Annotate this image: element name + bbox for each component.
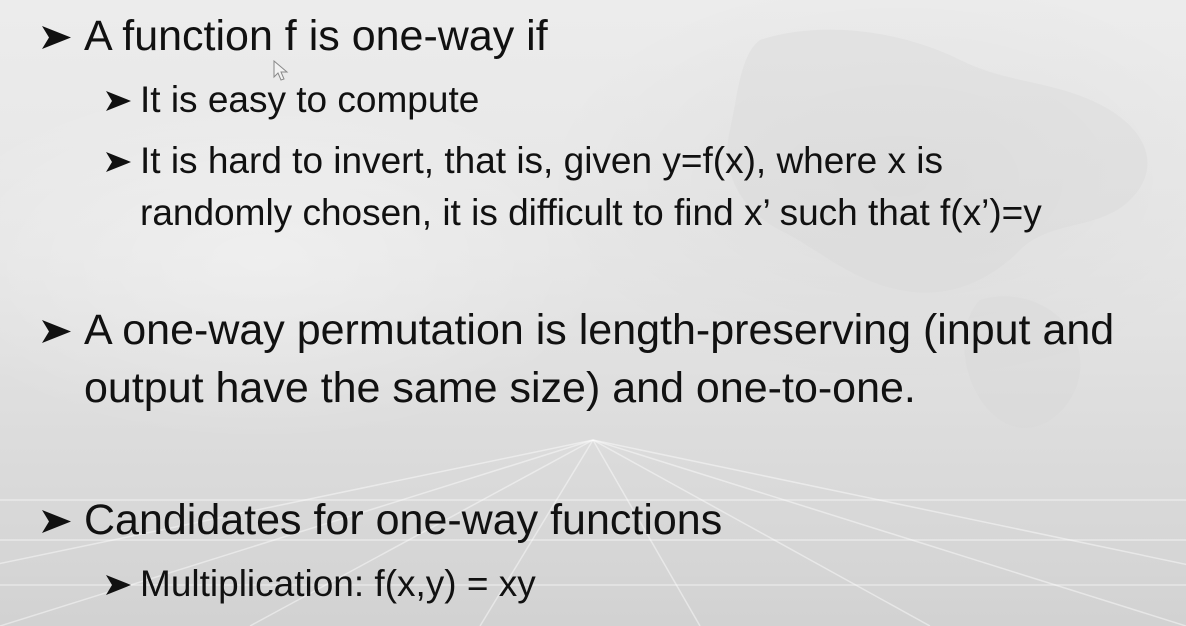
arrowhead-bullet-icon: [103, 135, 135, 187]
slide-content: A function f is one-way if It is easy to…: [0, 0, 1186, 626]
bullet-item: A function f is one-way if: [38, 7, 1158, 65]
bullet-text: A one-way permutation is length-preservi…: [84, 306, 1115, 412]
mouse-pointer-icon: [273, 60, 289, 81]
slide: A function f is one-way if It is easy to…: [0, 0, 1186, 626]
bullet-text: Candidates for one-way functions: [84, 496, 723, 544]
bullet-text: A function f is one-way if: [84, 12, 548, 60]
arrowhead-bullet-icon: [103, 558, 135, 610]
sub-bullet-item: Multiplication: f(x,y) = xy: [103, 558, 1103, 610]
sub-bullet-text: It is hard to invert, that is, given y=f…: [140, 140, 1042, 233]
arrowhead-bullet-icon: [38, 301, 76, 359]
sub-bullet-text: Multiplication: f(x,y) = xy: [140, 563, 536, 604]
bullet-item: Candidates for one-way functions: [38, 491, 1158, 549]
arrowhead-bullet-icon: [103, 74, 135, 126]
sub-bullet-item: It is easy to compute: [103, 74, 1103, 126]
bullet-item: A one-way permutation is length-preservi…: [38, 301, 1138, 417]
arrowhead-bullet-icon: [38, 491, 76, 549]
sub-bullet-item: It is hard to invert, that is, given y=f…: [103, 135, 1063, 239]
arrowhead-bullet-icon: [38, 7, 76, 65]
